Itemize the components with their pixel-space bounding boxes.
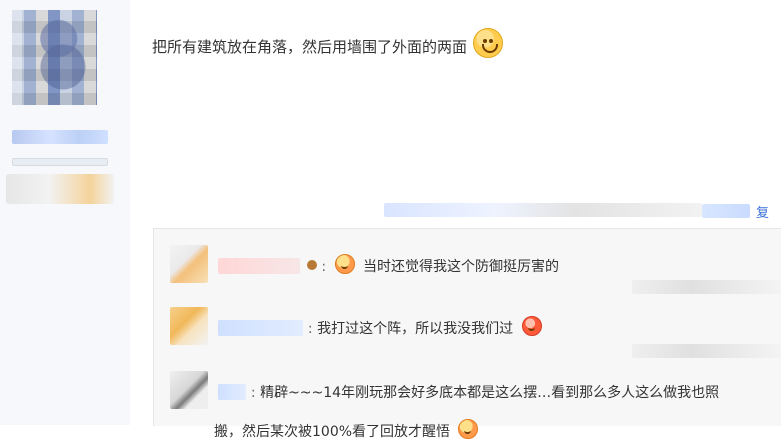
reply-item: : 当时还觉得我这个防御挺厉害的	[170, 245, 770, 283]
reply-text-line2: 搬，然后某次被100%看了回放才醒悟	[214, 424, 451, 440]
grin-emoji-icon	[473, 28, 504, 58]
reply-thread: : 当时还觉得我这个防御挺厉害的 : 我打过这个阵，所以我没我们过 : 精辟~~…	[153, 228, 781, 440]
post-meta-blurred	[384, 203, 702, 217]
reply-time-blurred	[632, 344, 781, 358]
laugh-cry-emoji-icon	[458, 419, 479, 439]
reply-avatar[interactable]	[170, 371, 208, 409]
reply-text-line1: 精辟~~~14年刚玩那会好多底本都是这么摆…看到那么多人这么做我也照	[260, 385, 720, 401]
reply-username-blurred[interactable]	[218, 258, 301, 274]
reply-text: 当时还觉得我这个防御挺厉害的	[362, 259, 559, 275]
reply-username-blurred[interactable]	[218, 384, 247, 400]
reply-text-line2-container: 搬，然后某次被100%看了回放才醒悟	[170, 419, 770, 442]
reply-colon: :	[307, 321, 313, 337]
reply-avatar[interactable]	[170, 245, 208, 283]
post-text: 把所有建筑放在角落，然后用墙围了外面的两面	[152, 38, 468, 56]
reply-label[interactable]: 复	[756, 202, 769, 221]
tongue-emoji-icon	[334, 254, 355, 274]
angry-emoji-icon	[521, 316, 542, 336]
left-user-panel	[0, 0, 130, 425]
reply-colon: :	[250, 385, 256, 401]
user-level-bar	[12, 158, 108, 166]
user-avatar[interactable]	[12, 10, 97, 105]
reply-item: : 我打过这个阵，所以我没我们过	[170, 307, 770, 345]
reply-blurred-label	[702, 204, 750, 218]
reply-button[interactable]: 复	[702, 202, 781, 221]
post-content: 把所有建筑放在角落，然后用墙围了外面的两面	[152, 28, 504, 58]
reply-username-blurred[interactable]	[218, 320, 304, 336]
user-badges-blurred	[6, 174, 114, 204]
cookie-icon	[306, 260, 317, 270]
reply-text: 我打过这个阵，所以我没我们过	[317, 321, 514, 337]
reply-colon: :	[321, 259, 327, 275]
reply-avatar[interactable]	[170, 307, 208, 345]
reply-item: : 精辟~~~14年刚玩那会好多底本都是这么摆…看到那么多人这么做我也照 搬，然…	[170, 371, 770, 442]
user-name-blurred[interactable]	[12, 130, 108, 144]
reply-time-blurred	[632, 280, 781, 294]
